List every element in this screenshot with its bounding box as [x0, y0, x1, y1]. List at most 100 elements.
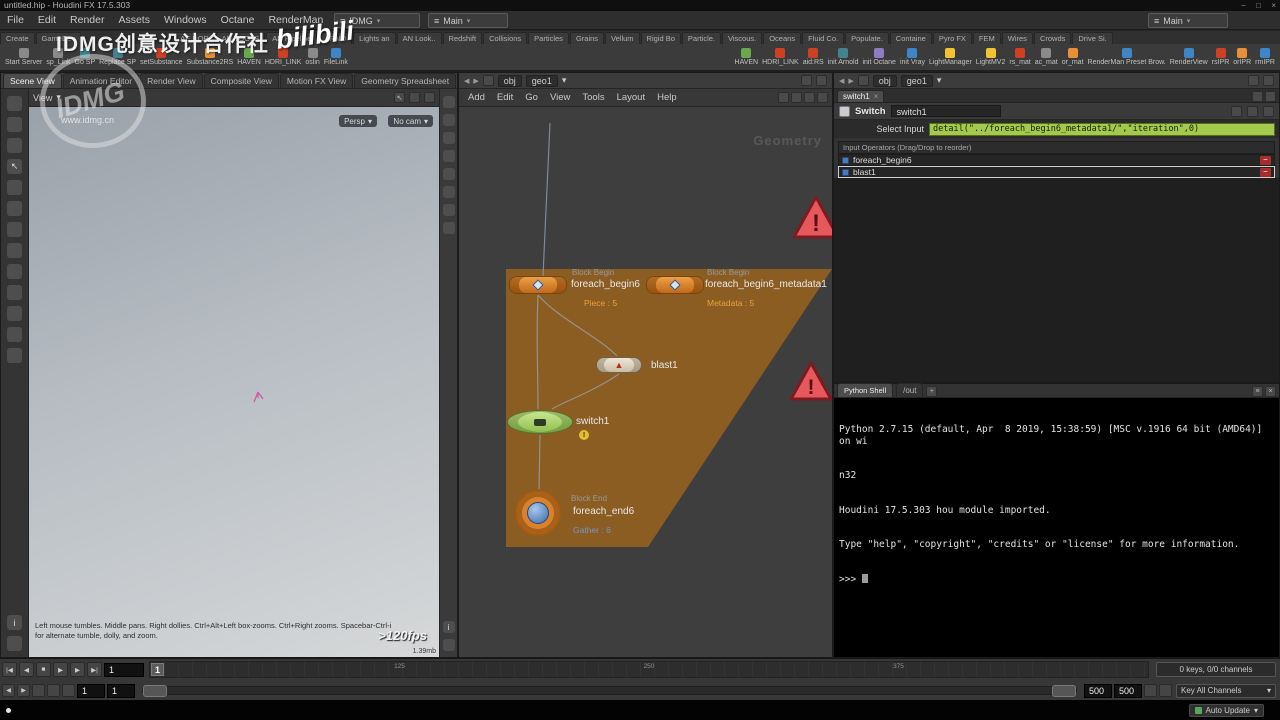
pane-link-icon[interactable] — [1263, 75, 1274, 86]
shelf-tool[interactable]: RenderMan Preset Brow. — [1088, 48, 1166, 66]
shelf-tab[interactable]: Pyro FX — [933, 32, 972, 44]
nav-forward-icon[interactable]: ▶ — [473, 77, 478, 85]
network-menu-view[interactable]: View — [545, 92, 575, 103]
tab-python-shell[interactable]: Python Shell — [837, 383, 893, 397]
brush-select-icon[interactable] — [424, 92, 435, 103]
projection-selector[interactable]: Persp ▾ — [339, 115, 377, 127]
node-foreach-end6[interactable] — [515, 490, 561, 536]
shelf-tool[interactable]: HDRI_LINK — [762, 48, 799, 66]
input-operator-row[interactable]: foreach_begin6 − — [838, 154, 1275, 166]
shelf-tab[interactable]: Create — [0, 32, 35, 44]
tab-composite-view[interactable]: Composite View — [204, 73, 279, 88]
node-name-label[interactable]: blast1 — [651, 360, 678, 371]
pin-pane-icon[interactable] — [801, 75, 812, 86]
network-menu-edit[interactable]: Edit — [492, 92, 518, 103]
shelf-tab[interactable]: Particles — [528, 32, 569, 44]
select-tool-icon[interactable]: ↖ — [7, 159, 22, 174]
shelf-tool[interactable]: or_mat — [1062, 48, 1084, 66]
param-gear-icon[interactable] — [1265, 91, 1276, 102]
range-end-field[interactable]: 500 — [1084, 684, 1112, 698]
node-warning-badge[interactable]: ! — [579, 430, 589, 440]
shelf-tab[interactable]: Oceans — [763, 32, 801, 44]
network-list-view-icon[interactable] — [804, 92, 815, 103]
shelf-tool[interactable]: LightMV2 — [976, 48, 1006, 66]
current-frame-field[interactable]: 1 — [104, 663, 144, 677]
channel-scope-icon[interactable] — [1159, 684, 1172, 697]
menu-octane[interactable]: Octane — [214, 14, 262, 26]
network-menu-layout[interactable]: Layout — [612, 92, 651, 103]
tab-geometry-spreadsheet[interactable]: Geometry Spreadsheet — [354, 73, 456, 88]
shelf-tab[interactable]: Wires — [1002, 32, 1033, 44]
node-name-label[interactable]: switch1 — [576, 416, 609, 427]
select-input-label[interactable]: Select Input — [838, 124, 924, 134]
minimize-button[interactable]: − — [1241, 1, 1246, 10]
gear-icon[interactable] — [1247, 106, 1258, 117]
prev-key-button[interactable]: ◀ — [2, 684, 15, 697]
menu-render[interactable]: Render — [63, 14, 111, 26]
shelf-tool[interactable]: HAVEN — [735, 48, 759, 66]
maximize-button[interactable]: □ — [1256, 1, 1261, 10]
snap-mode-icon[interactable] — [7, 285, 22, 300]
menu-windows[interactable]: Windows — [157, 14, 214, 26]
lock-icon[interactable] — [1231, 106, 1242, 117]
range-end-handle[interactable] — [1052, 685, 1076, 697]
scale-tool-icon[interactable] — [7, 222, 22, 237]
paint-state-icon[interactable] — [7, 138, 22, 153]
network-canvas[interactable]: Geometry ! ! Bloc — [459, 107, 832, 657]
menu-assets[interactable]: Assets — [111, 14, 157, 26]
new-tab-button[interactable]: + — [926, 386, 937, 397]
network-menu-add[interactable]: Add — [463, 92, 490, 103]
pin-pane-icon[interactable] — [1248, 75, 1259, 86]
shelf-tab[interactable]: Drive Si. — [1072, 32, 1112, 44]
close-button[interactable]: × — [1271, 1, 1276, 10]
viewport-info-icon[interactable]: i — [7, 615, 22, 630]
shelf-tab[interactable]: Populate. — [845, 32, 889, 44]
next-key-button[interactable]: ▶ — [17, 684, 30, 697]
realtime-toggle-icon[interactable] — [32, 684, 45, 697]
lasso-select-icon[interactable] — [409, 92, 420, 103]
shelf-tab[interactable]: Redshift — [443, 32, 483, 44]
network-grid-icon[interactable] — [791, 92, 802, 103]
shelf-tab[interactable]: Viscous. — [722, 32, 762, 44]
playbar-options-icon[interactable] — [62, 684, 75, 697]
remove-operator-button[interactable]: − — [1260, 156, 1271, 165]
network-menu-go[interactable]: Go — [520, 92, 543, 103]
network-menu-tools[interactable]: Tools — [577, 92, 609, 103]
chevron-down-icon[interactable]: ▾ — [562, 75, 567, 86]
key-all-channels-dropdown[interactable]: Key All Channels ▾ — [1176, 684, 1276, 698]
play-button[interactable]: ▶ — [53, 662, 68, 677]
input-operator-row[interactable]: blast1 − — [838, 166, 1275, 178]
display-mode-icon[interactable] — [7, 348, 22, 363]
grid-toggle-icon[interactable] — [443, 168, 455, 180]
shelf-tool[interactable]: Start Server — [5, 48, 42, 66]
shelf-tab[interactable]: Containe — [890, 32, 932, 44]
shelf-tool[interactable]: init Octane — [862, 48, 895, 66]
range-start-handle[interactable] — [143, 685, 167, 697]
step-forward-button[interactable]: ▶ — [70, 662, 85, 677]
handles-tool-icon[interactable] — [7, 264, 22, 279]
tab-render-view[interactable]: Render View — [140, 73, 203, 88]
network-snap-icon[interactable] — [778, 92, 789, 103]
python-shell-output[interactable]: Python 2.7.15 (default, Apr 8 2019, 15:3… — [834, 398, 1279, 657]
keys-channels-info[interactable]: 0 keys, 0/0 channels — [1156, 662, 1276, 677]
display-options-icon[interactable] — [443, 222, 455, 234]
nav-forward-icon[interactable]: ▶ — [848, 77, 853, 85]
shelf-tab[interactable]: Collisions — [483, 32, 527, 44]
menu-file[interactable]: File — [0, 14, 31, 26]
playback-range-slider[interactable] — [142, 686, 1077, 695]
shelf-tab[interactable]: Grains — [570, 32, 604, 44]
shelf-tool[interactable]: aid:RS — [803, 48, 824, 66]
group-list-icon[interactable] — [443, 204, 455, 216]
pane-menu-icon[interactable]: ≡ — [1252, 386, 1263, 397]
help-icon[interactable] — [1263, 106, 1274, 117]
select-input-expression-field[interactable]: detail("../foreach_begin6_metadata1/","i… — [929, 123, 1275, 136]
tab-motion-fx-view[interactable]: Motion FX View — [280, 73, 353, 88]
shelf-tool[interactable]: init Arnold — [828, 48, 859, 66]
node-name-label[interactable]: foreach_end6 — [573, 506, 634, 517]
tab-out-context[interactable]: /out — [896, 383, 923, 397]
node-name-label[interactable]: foreach_begin6 — [571, 279, 640, 290]
node-foreach-begin6[interactable] — [509, 276, 567, 294]
shelf-tool[interactable]: init Vray — [900, 48, 925, 66]
shelf-tool[interactable]: FileLink — [324, 48, 348, 66]
nav-back-icon[interactable]: ◀ — [839, 77, 844, 85]
